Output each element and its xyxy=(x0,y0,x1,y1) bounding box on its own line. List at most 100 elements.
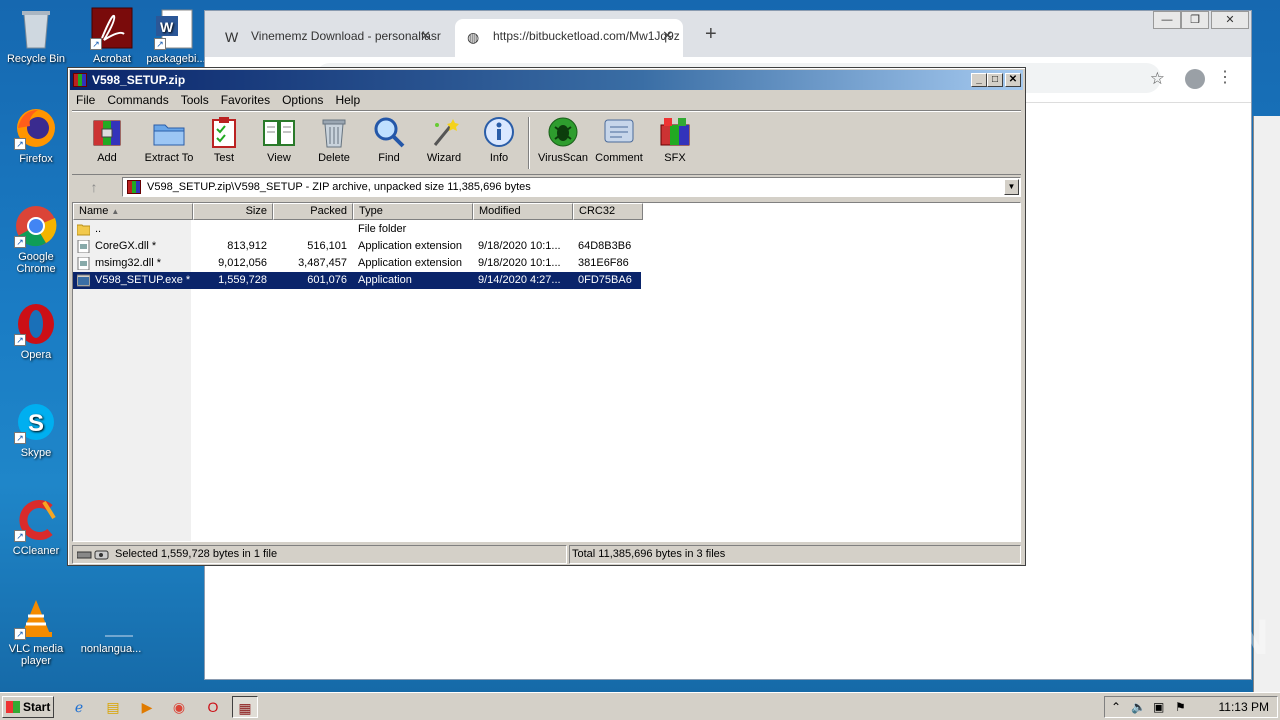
find-button[interactable]: Find xyxy=(361,115,417,164)
close-button[interactable]: ✕ xyxy=(1005,73,1021,87)
chrome-tab-vinememz[interactable]: W Vinememz Download - personalfasr ✕ xyxy=(213,19,441,57)
info-button[interactable]: Info xyxy=(471,115,527,164)
start-button[interactable]: Start xyxy=(2,696,54,718)
comment-icon xyxy=(602,115,636,149)
taskbar-explorer-icon[interactable]: ▤ xyxy=(100,696,126,718)
list-header: Name ▲ Size Packed Type Modified CRC32 xyxy=(73,203,1020,220)
trash-icon xyxy=(317,115,351,149)
desktop-icon-label: Recycle Bin xyxy=(6,53,66,65)
sfx-button[interactable]: SFX xyxy=(647,115,703,164)
menu-commands[interactable]: Commands xyxy=(101,90,174,107)
virusscan-button[interactable]: VirusScan xyxy=(535,115,591,164)
wizard-button[interactable]: Wizard xyxy=(416,115,472,164)
desktop-icon-label: Skype xyxy=(20,447,52,459)
desktop-icon-acrobat[interactable]: ↗ Acrobat xyxy=(76,6,148,65)
w-favicon-icon: W xyxy=(225,29,239,45)
taskbar-winrar-icon[interactable]: ▦ xyxy=(232,696,258,718)
menu-help[interactable]: Help xyxy=(329,90,366,107)
volume-icon[interactable]: 🔈 xyxy=(1131,700,1146,714)
comment-button[interactable]: Comment xyxy=(591,115,647,164)
profile-avatar-icon[interactable] xyxy=(1185,69,1205,89)
cell-packed: 601,076 xyxy=(307,274,347,286)
background-window-edge xyxy=(1253,116,1280,692)
delete-button[interactable]: Delete xyxy=(306,115,362,164)
column-crc32[interactable]: CRC32 xyxy=(573,203,643,220)
chrome-minimize-button[interactable]: — xyxy=(1153,11,1181,29)
test-button[interactable]: Test xyxy=(196,115,252,164)
file-list: Name ▲ Size Packed Type Modified CRC32 .… xyxy=(72,202,1021,542)
column-type[interactable]: Type xyxy=(353,203,473,220)
cell-crc32: 64D8B3B6 xyxy=(578,240,632,252)
tool-label: SFX xyxy=(664,152,686,164)
menu-favorites[interactable]: Favorites xyxy=(215,90,276,107)
add-button[interactable]: Add xyxy=(79,115,135,164)
tool-label: Info xyxy=(489,152,509,164)
dll-file-icon xyxy=(77,257,90,270)
archive-path: V598_SETUP.zip\V598_SETUP - ZIP archive,… xyxy=(147,181,531,193)
desktop-icon-label: Opera xyxy=(20,349,52,361)
archive-icon xyxy=(127,180,141,194)
desktop-icon-package[interactable]: W ↗ packagebi... xyxy=(146,6,206,65)
menu-tools[interactable]: Tools xyxy=(175,90,215,107)
column-size[interactable]: Size xyxy=(193,203,273,220)
window-title: V598_SETUP.zip xyxy=(92,73,186,87)
extract-to-button[interactable]: Extract To xyxy=(138,115,200,164)
menu-options[interactable]: Options xyxy=(276,90,329,107)
cell-packed: 3,487,457 xyxy=(298,257,347,269)
cell-modified: 9/18/2020 10:1... xyxy=(478,257,561,269)
globe-icon: ◍ xyxy=(467,29,480,45)
desktop-icon-opera[interactable]: ↗ Opera xyxy=(0,302,72,361)
cell-type: Application extension xyxy=(358,240,462,252)
taskbar-media-player-icon[interactable]: ▶ xyxy=(134,696,160,718)
archive-path-combo[interactable]: V598_SETUP.zip\V598_SETUP - ZIP archive,… xyxy=(122,177,1021,197)
column-packed[interactable]: Packed xyxy=(273,203,353,220)
new-tab-button[interactable]: + xyxy=(705,23,717,46)
up-folder-icon[interactable]: ↑ xyxy=(76,179,112,195)
desktop-icon-recycle-bin[interactable]: Recycle Bin xyxy=(0,6,72,65)
tab-close-icon[interactable]: ✕ xyxy=(662,19,673,53)
tray-chevron-icon[interactable]: ⌃ xyxy=(1111,700,1121,714)
bookmark-star-icon[interactable]: ☆ xyxy=(1150,69,1165,89)
desktop-icon-ccleaner[interactable]: ↗ CCleaner xyxy=(0,498,72,557)
chrome-menu-icon[interactable]: ⋮ xyxy=(1217,67,1233,87)
status-left-text: Selected 1,559,728 bytes in 1 file xyxy=(115,548,278,560)
system-tray: ⌃ 🔈 ▣ ⚑ 11:13 PM xyxy=(1104,696,1278,718)
desktop-icon-skype[interactable]: S ↗ Skype xyxy=(0,400,72,459)
chevron-down-icon[interactable]: ▼ xyxy=(1004,179,1019,195)
table-row[interactable]: .. File folder xyxy=(73,221,641,238)
chrome-close-button[interactable]: ✕ xyxy=(1211,11,1249,29)
column-name[interactable]: Name ▲ xyxy=(73,203,193,220)
desktop-icon-label: packagebi... xyxy=(146,53,206,65)
action-center-flag-icon[interactable]: ⚑ xyxy=(1175,700,1186,714)
chrome-tab-bitbucketload[interactable]: ◍ https://bitbucketload.com/Mw1Jq9z ✕ xyxy=(455,19,683,57)
desktop: Recycle Bin ↗ Acrobat W ↗ packagebi... ↗… xyxy=(0,0,1280,692)
minimize-button[interactable]: _ xyxy=(971,73,987,87)
svg-text:W: W xyxy=(160,19,174,35)
desktop-icon-chrome[interactable]: ↗ Google Chrome xyxy=(0,204,72,275)
table-row[interactable]: CoreGX.dll * 813,912 516,101 Application… xyxy=(73,238,641,255)
desktop-icon-nonlangua[interactable]: nonlangua... xyxy=(74,596,149,655)
taskbar-opera-icon[interactable]: O xyxy=(200,696,226,718)
magnifier-icon xyxy=(372,115,406,149)
desktop-icon-label: nonlangua... xyxy=(80,643,142,655)
cell-type: Application xyxy=(358,274,412,286)
tab-close-icon[interactable]: ✕ xyxy=(420,19,431,53)
table-row-selected[interactable]: V598_SETUP.exe * 1,559,728 601,076 Appli… xyxy=(73,272,641,289)
status-bar: Selected 1,559,728 bytes in 1 file Total… xyxy=(72,545,1021,564)
table-row[interactable]: msimg32.dll * 9,012,056 3,487,457 Applic… xyxy=(73,255,641,272)
word-doc-icon: W ↗ xyxy=(154,6,198,50)
column-modified[interactable]: Modified xyxy=(473,203,573,220)
chrome-restore-button[interactable]: ❐ xyxy=(1181,11,1209,29)
taskbar-chrome-icon[interactable]: ◉ xyxy=(166,696,192,718)
clock[interactable]: 11:13 PM xyxy=(1219,700,1269,714)
bug-scan-icon xyxy=(546,115,580,149)
desktop-icon-firefox[interactable]: ↗ Firefox xyxy=(0,106,72,165)
network-icon[interactable]: ▣ xyxy=(1153,700,1164,714)
desktop-icon-vlc[interactable]: ↗ VLC media player xyxy=(0,596,72,667)
cell-size: 9,012,056 xyxy=(218,257,267,269)
taskbar-ie-icon[interactable]: ℯ xyxy=(66,696,92,718)
view-button[interactable]: View xyxy=(251,115,307,164)
menu-file[interactable]: File xyxy=(70,90,101,107)
desktop-icon-label: Acrobat xyxy=(93,53,131,65)
maximize-button[interactable]: □ xyxy=(987,73,1003,87)
